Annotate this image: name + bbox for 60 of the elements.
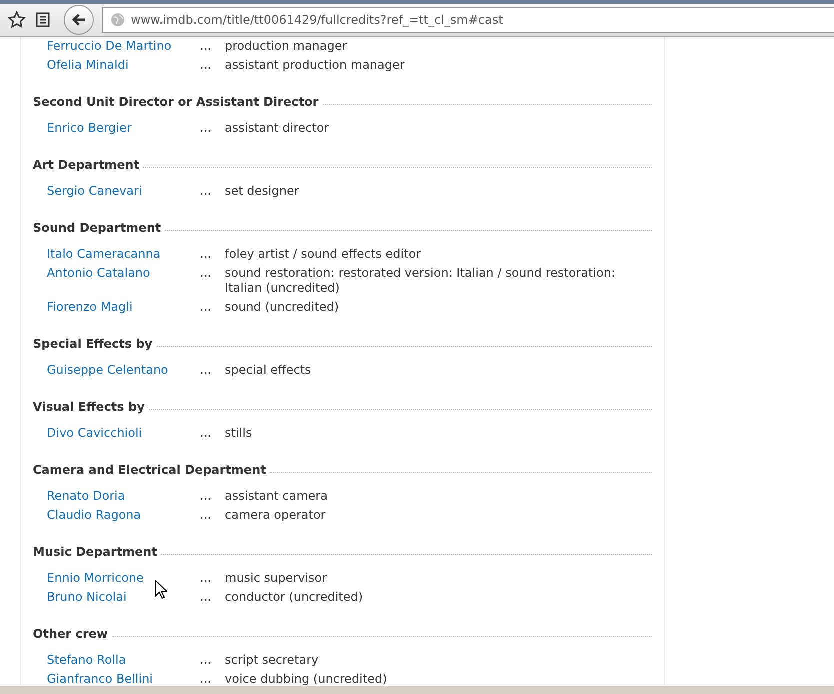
- section-heading: Art Department: [33, 158, 140, 172]
- section-heading: Visual Effects by: [33, 400, 145, 414]
- section-heading: Camera and Electrical Department: [33, 463, 266, 477]
- address-bar[interactable]: www.imdb.com/title/tt0061429/fullcredits?ref_=tt_cl_sm#cast: [102, 7, 834, 33]
- bookmark-star-icon[interactable]: [8, 11, 26, 29]
- person-link[interactable]: Italo Cameracanna: [47, 247, 161, 262]
- ellipsis-separator: ...: [200, 300, 212, 315]
- ellipsis-separator: ...: [200, 426, 212, 441]
- person-link[interactable]: Ennio Morricone: [47, 571, 144, 586]
- back-button[interactable]: [64, 5, 94, 35]
- person-link[interactable]: Stefano Rolla: [47, 653, 126, 668]
- ellipsis-separator: ...: [200, 489, 212, 504]
- ellipsis-separator: ...: [200, 247, 212, 262]
- person-link[interactable]: Fiorenzo Magli: [47, 300, 133, 315]
- credit-role: script secretary: [225, 653, 320, 668]
- person-link[interactable]: Sergio Canevari: [47, 184, 142, 199]
- ellipsis-separator: ...: [200, 590, 212, 605]
- ellipsis-separator: ...: [200, 672, 212, 686]
- credit-role: assistant camera: [225, 489, 329, 504]
- credit-role: foley artist / sound effects editor: [225, 247, 422, 262]
- ellipsis-separator: ...: [200, 184, 212, 199]
- person-link[interactable]: Antonio Catalano: [47, 266, 150, 296]
- section-heading: Second Unit Director or Assistant Director: [33, 95, 319, 109]
- reading-list-icon[interactable]: [34, 11, 52, 29]
- person-link[interactable]: Bruno Nicolai: [47, 590, 127, 605]
- credit-role: sound restoration: restorated version: Italian / sound restoration: Italian (uncredited): [225, 266, 616, 296]
- credit-role: special effects: [225, 363, 312, 378]
- credit-role: sound (uncredited): [225, 300, 340, 315]
- person-link[interactable]: Divo Cavicchioli: [47, 426, 142, 441]
- section-heading: Special Effects by: [33, 337, 153, 351]
- person-link[interactable]: Renato Doria: [47, 489, 126, 504]
- section-heading: Other crew: [33, 627, 108, 641]
- ellipsis-separator: ...: [200, 508, 212, 523]
- credit-role: assistant production manager: [225, 58, 406, 73]
- ellipsis-separator: ...: [200, 571, 212, 586]
- credit-role: voice dubbing (uncredited): [225, 672, 388, 686]
- person-link[interactable]: Ferruccio De Martino: [47, 39, 172, 54]
- credit-role: music supervisor: [225, 571, 328, 586]
- person-link[interactable]: Ofelia Minaldi: [47, 58, 129, 73]
- mouse-pointer-icon: [155, 580, 167, 599]
- credit-role: camera operator: [225, 508, 327, 523]
- person-link[interactable]: Enrico Bergier: [47, 121, 132, 136]
- ellipsis-separator: ...: [200, 121, 212, 136]
- credit-role: set designer: [225, 184, 300, 199]
- section-heading: Sound Department: [33, 221, 162, 235]
- section-heading: Music Department: [33, 545, 158, 559]
- credit-role: stills: [225, 426, 254, 441]
- person-link[interactable]: Gianfranco Bellini: [47, 672, 154, 686]
- person-link[interactable]: Guiseppe Celentano: [47, 363, 168, 378]
- globe-icon: [111, 13, 125, 27]
- ellipsis-separator: ...: [200, 39, 212, 54]
- ellipsis-separator: ...: [200, 653, 212, 668]
- ellipsis-separator: ...: [200, 58, 212, 73]
- credit-role: conductor (uncredited): [225, 590, 364, 605]
- person-link[interactable]: Claudio Ragona: [47, 508, 142, 523]
- back-arrow-icon: [71, 12, 87, 28]
- credit-role: assistant director: [225, 121, 330, 136]
- ellipsis-separator: ...: [200, 266, 212, 282]
- credit-role: production manager: [225, 39, 348, 54]
- ellipsis-separator: ...: [200, 363, 212, 378]
